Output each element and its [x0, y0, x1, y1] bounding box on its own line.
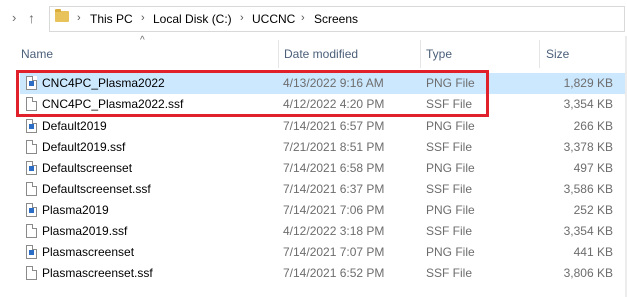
file-name: Default2019 [42, 119, 107, 133]
column-divider[interactable] [420, 40, 421, 68]
file-size: 3,354 KB [563, 97, 613, 111]
file-icon [26, 182, 37, 196]
file-size: 3,378 KB [563, 140, 613, 154]
file-row[interactable]: Plasma2019.ssf 4/12/2022 3:18 PM SSF Fil… [20, 221, 627, 242]
file-type: SSF File [426, 182, 473, 196]
file-date: 7/14/2021 6:58 PM [283, 161, 385, 175]
file-size: 252 KB [573, 203, 613, 217]
folder-icon [55, 9, 69, 22]
file-row[interactable]: Plasmascreenset.ssf 7/14/2021 6:52 PM SS… [20, 263, 627, 284]
file-type: PNG File [426, 245, 475, 259]
highlight-annotation-box [16, 70, 489, 117]
file-type: SSF File [426, 266, 473, 280]
file-name: Plasma2019.ssf [42, 224, 128, 238]
column-divider[interactable] [278, 40, 279, 68]
file-row[interactable]: Plasma2019 7/14/2021 7:06 PM PNG File 25… [20, 200, 627, 221]
file-date: 7/14/2021 7:06 PM [283, 203, 385, 217]
file-row[interactable]: Default2019.ssf 7/21/2021 8:51 PM SSF Fi… [20, 137, 627, 158]
png-file-icon [26, 161, 37, 175]
file-row[interactable]: Defaultscreenset 7/14/2021 6:58 PM PNG F… [20, 158, 627, 179]
column-header-type[interactable]: Type [426, 47, 452, 61]
file-type: PNG File [426, 161, 475, 175]
file-row[interactable]: Plasmascreenset 7/14/2021 7:07 PM PNG Fi… [20, 242, 627, 263]
breadcrumb-separator-icon: › [240, 12, 244, 24]
file-row[interactable]: Defaultscreenset.ssf 7/14/2021 6:37 PM S… [20, 179, 627, 200]
file-icon [26, 266, 37, 280]
sort-ascending-icon: ^ [140, 35, 145, 46]
breadcrumb-separator-icon: › [141, 12, 145, 24]
file-date: 7/14/2021 7:07 PM [283, 245, 385, 259]
file-size: 3,586 KB [563, 182, 613, 196]
file-type: SSF File [426, 224, 473, 238]
file-name: Default2019.ssf [42, 140, 126, 154]
file-size: 266 KB [573, 119, 613, 133]
file-icon [26, 140, 37, 154]
chevron-right-icon[interactable]: › [12, 11, 16, 25]
file-type: SSF File [426, 140, 473, 154]
file-date: 7/21/2021 8:51 PM [283, 140, 385, 154]
file-date: 7/14/2021 6:57 PM [283, 119, 385, 133]
column-divider[interactable] [539, 40, 540, 68]
png-file-icon [26, 203, 37, 217]
breadcrumb-separator-icon: › [301, 12, 305, 24]
file-name: Plasmascreenset [42, 245, 135, 259]
file-icon [26, 224, 37, 238]
file-size: 441 KB [573, 245, 613, 259]
breadcrumb-screens[interactable]: Screens [314, 12, 358, 26]
png-file-icon [26, 245, 37, 259]
file-date: 4/12/2022 3:18 PM [283, 224, 385, 238]
arrow-up-icon[interactable]: ↑ [28, 11, 35, 25]
column-header-name[interactable]: Name [21, 47, 53, 61]
column-header-size[interactable]: Size [546, 47, 569, 61]
file-type: PNG File [426, 119, 475, 133]
file-row[interactable]: Default2019 7/14/2021 6:57 PM PNG File 2… [20, 116, 627, 137]
breadcrumb-local-disk[interactable]: Local Disk (C:) [153, 12, 232, 26]
file-size: 3,354 KB [563, 224, 613, 238]
file-name: Defaultscreenset.ssf [42, 182, 151, 196]
file-name: Plasmascreenset.ssf [42, 266, 153, 280]
breadcrumb-uccnc[interactable]: UCCNC [252, 12, 295, 26]
file-date: 7/14/2021 6:52 PM [283, 266, 385, 280]
column-header-date[interactable]: Date modified [284, 47, 358, 61]
file-size: 3,806 KB [563, 266, 613, 280]
breadcrumb-separator-icon: › [77, 12, 81, 24]
file-size: 1,829 KB [563, 76, 613, 90]
file-size: 497 KB [573, 161, 613, 175]
address-bar: › ↑ › This PC › Local Disk (C:) › UCCNC … [0, 0, 627, 36]
breadcrumb-this-pc[interactable]: This PC [90, 12, 133, 26]
file-type: PNG File [426, 203, 475, 217]
file-name: Defaultscreenset [42, 161, 133, 175]
file-name: Plasma2019 [42, 203, 109, 217]
png-file-icon [26, 119, 37, 133]
file-date: 7/14/2021 6:37 PM [283, 182, 385, 196]
